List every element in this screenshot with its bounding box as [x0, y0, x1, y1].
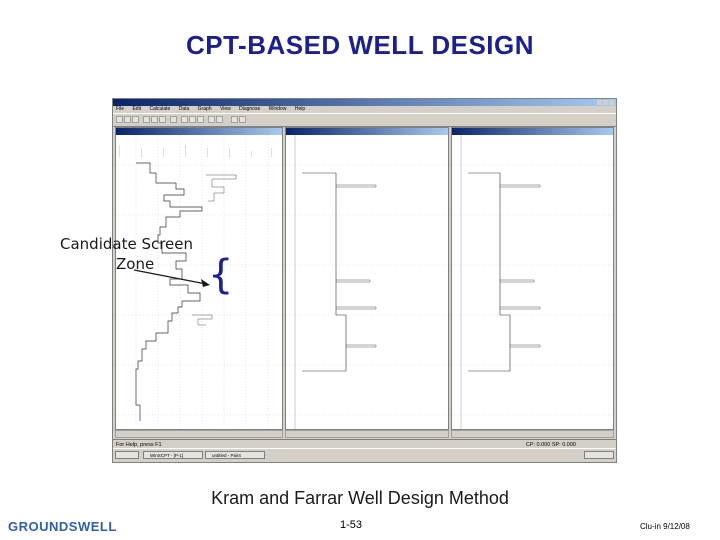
footer-note: Clu-in 9/12/08 [640, 522, 690, 531]
menu-view[interactable]: View [220, 106, 231, 112]
save-icon[interactable] [132, 116, 139, 123]
cpt-log-pane-titlebar [116, 128, 282, 135]
maximize-icon[interactable] [603, 100, 608, 105]
minimize-icon[interactable] [597, 100, 602, 105]
help-icon[interactable] [208, 116, 215, 123]
svg-text:———: ——— [139, 148, 143, 157]
settings-icon[interactable] [216, 116, 223, 123]
slide-caption: Kram and Farrar Well Design Method [211, 488, 509, 508]
close-icon[interactable] [609, 100, 614, 105]
taskbar-item-winscpt[interactable]: WinSCPT - [P-1] [143, 451, 203, 459]
start-button[interactable] [115, 451, 139, 459]
svg-text:——: —— [249, 151, 253, 157]
window-controls[interactable] [596, 100, 614, 105]
svg-text:———: ——— [227, 148, 231, 157]
taskbar-item-paint[interactable]: untitled - Paint [205, 451, 265, 459]
new-file-icon[interactable] [116, 116, 123, 123]
table-icon[interactable] [197, 116, 204, 123]
groundswell-logo: GROUNDSWELL [8, 519, 117, 534]
cpt-log-status [115, 430, 283, 438]
marker-icon[interactable] [231, 116, 238, 123]
pointer-icon[interactable] [239, 116, 246, 123]
well-design-pane-titlebar [286, 128, 448, 135]
menu-diagnose[interactable]: Diagnose [239, 106, 260, 112]
pointer-arrow [133, 269, 210, 287]
open-file-icon[interactable] [124, 116, 131, 123]
menu-file[interactable]: File [116, 106, 124, 112]
svg-text:———: ——— [269, 148, 273, 157]
svg-text:————: ———— [183, 145, 187, 157]
zoom-icon[interactable] [181, 116, 188, 123]
windows-taskbar: WinSCPT - [P-1] untitled - Paint [113, 448, 616, 462]
well-screen-pane[interactable] [451, 127, 614, 430]
system-tray [584, 451, 614, 459]
graph-icon[interactable] [189, 116, 196, 123]
zone-brace-icon: { [208, 252, 234, 298]
svg-text:———: ——— [205, 148, 209, 157]
menu-edit[interactable]: Edit [132, 106, 141, 112]
menu-graph[interactable]: Graph [198, 106, 212, 112]
menu-bar: File Edit Calculate Data Graph View Diag… [113, 106, 616, 113]
cut-icon[interactable] [143, 116, 150, 123]
paste-icon[interactable] [159, 116, 166, 123]
well-design-plot-2 [452, 135, 613, 429]
well-design-pane[interactable] [285, 127, 449, 430]
menu-data[interactable]: Data [179, 106, 190, 112]
toolbar [113, 113, 616, 127]
menu-window[interactable]: Window [269, 106, 287, 112]
svg-text:————: ———— [117, 145, 121, 157]
well-design-status-1 [285, 430, 449, 438]
well-design-plot-1 [286, 135, 448, 429]
app-titlebar [113, 99, 616, 106]
page-number: 1-53 [340, 519, 363, 531]
label-line-1: Candidate Screen [60, 235, 194, 253]
slide-title: CPT-BASED WELL DESIGN [185, 30, 535, 60]
copy-icon[interactable] [151, 116, 158, 123]
well-screen-pane-titlebar [452, 128, 613, 135]
menu-help[interactable]: Help [295, 106, 305, 112]
menu-calculate[interactable]: Calculate [149, 106, 170, 112]
print-icon[interactable] [170, 116, 177, 123]
svg-text:———: ——— [161, 148, 165, 157]
well-screen-status [451, 430, 614, 438]
